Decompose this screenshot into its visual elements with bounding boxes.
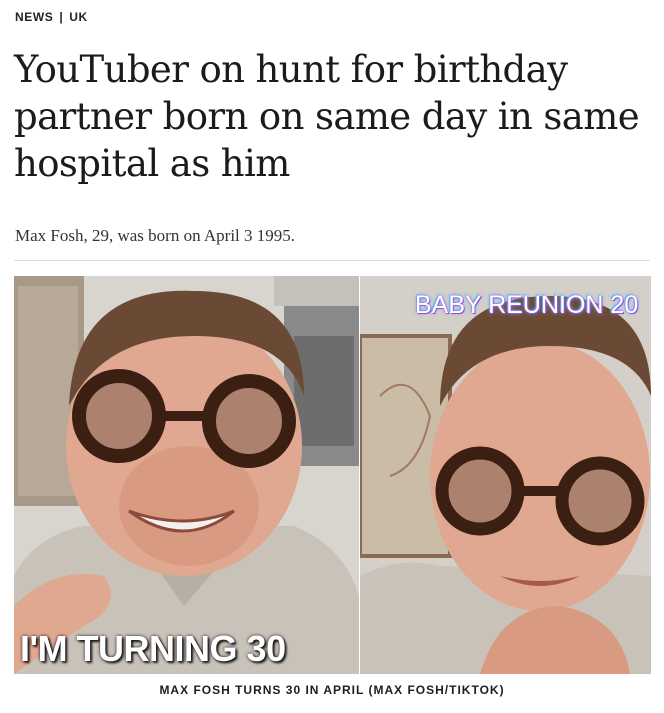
kicker-separator: | <box>59 10 64 24</box>
divider <box>14 260 650 261</box>
overlay-caption-left: I'M TURNING 30 <box>20 628 286 669</box>
photo-right: BABY REUNION 20 <box>360 276 651 674</box>
section-kicker: NEWS | UK <box>15 10 88 24</box>
article-standfirst: Max Fosh, 29, was born on April 3 1995. <box>15 226 296 245</box>
man-with-tortoiseshell-glasses-icon <box>360 276 651 674</box>
overlay-caption-right: BABY REUNION 20 <box>415 291 639 319</box>
photo-left: I'M TURNING 30 <box>14 276 359 674</box>
region-link[interactable]: UK <box>69 10 88 24</box>
image-caption: MAX FOSH TURNS 30 IN APRIL (MAX FOSH/TIK… <box>159 683 505 697</box>
man-with-tortoiseshell-glasses-icon <box>14 276 359 674</box>
article-headline: YouTuber on hunt for birthday partner bo… <box>14 48 640 185</box>
section-link[interactable]: NEWS <box>15 10 53 24</box>
